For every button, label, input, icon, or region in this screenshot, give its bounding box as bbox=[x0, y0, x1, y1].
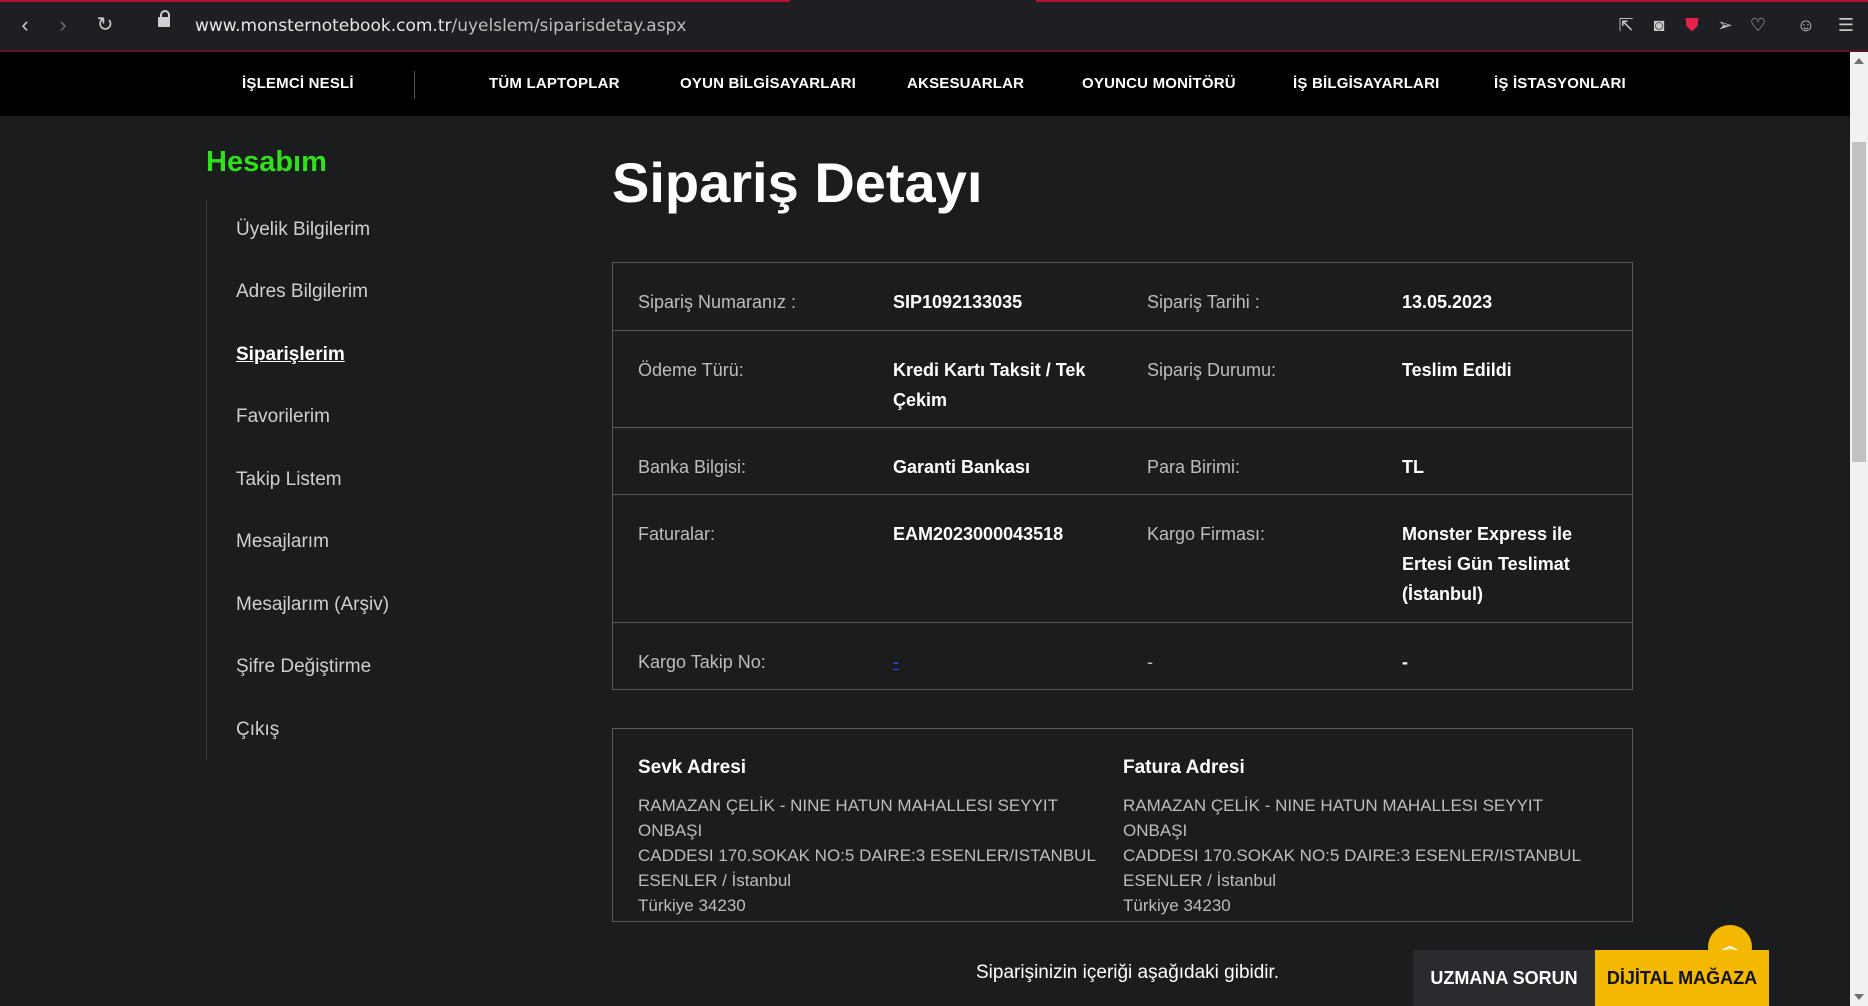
billing-address-title: Fatura Adresi bbox=[1123, 757, 1245, 778]
table-row: Sipariş Numaranız : SIP1092133035 Sipari… bbox=[613, 263, 1632, 331]
share-icon[interactable]: ⇱ bbox=[1615, 14, 1637, 36]
scroll-thumb[interactable] bbox=[1852, 142, 1866, 462]
order-date-value: 13.05.2023 bbox=[1402, 292, 1493, 312]
invoice-link[interactable]: EAM2023000043518 bbox=[893, 519, 1113, 549]
shipping-address-line: RAMAZAN ÇELİK - NINE HATUN MAHALLESI SEY… bbox=[638, 796, 1058, 840]
sidebar-item-cikis[interactable]: Çıkış bbox=[236, 719, 279, 741]
send-icon[interactable]: ➢ bbox=[1714, 14, 1736, 36]
sidebar-item-siparislerim[interactable]: Siparişlerim bbox=[236, 344, 345, 366]
back-icon[interactable]: ‹ bbox=[12, 12, 38, 38]
billing-address-line: RAMAZAN ÇELİK - NINE HATUN MAHALLESI SEY… bbox=[1123, 796, 1543, 840]
url-path: /uyelslem/siparisdetay.aspx bbox=[451, 16, 687, 36]
order-contents-note: Siparişinizin içeriği aşağıdaki gibidir. bbox=[976, 962, 1280, 983]
nav-is-bilgisayarlari[interactable]: İŞ BİLGİSAYARLARI bbox=[1293, 52, 1440, 116]
cargo-company-value: Monster Express ile Ertesi Gün Teslimat … bbox=[1402, 524, 1573, 604]
table-row: Banka Bilgisi: Garanti Bankası Para Biri… bbox=[613, 428, 1632, 495]
nav-is-istasyonlari[interactable]: İŞ İSTASYONLARI bbox=[1494, 52, 1626, 116]
nav-oyun-bilgisayarlari[interactable]: OYUN BİLGİSAYARLARI bbox=[680, 52, 856, 116]
nav-aksesuarlar[interactable]: AKSESUARLAR bbox=[907, 52, 1024, 116]
lock-icon bbox=[158, 10, 170, 27]
tracking-extra-value: - bbox=[1402, 652, 1408, 672]
sidebar-item-mesajlarim[interactable]: Mesajlarım bbox=[236, 531, 329, 553]
cargo-company-label: Kargo Firması: bbox=[1147, 524, 1266, 544]
site-navigation: İŞLEMCİ NESLİ TÜM LAPTOPLAR OYUN BİLGİSA… bbox=[0, 52, 1850, 116]
order-status-label: Sipariş Durumu: bbox=[1147, 360, 1277, 380]
tracking-extra-label: - bbox=[1147, 652, 1153, 672]
scroll-up-arrow-icon[interactable] bbox=[1854, 58, 1864, 64]
shipping-address-line: ESENLER / İstanbul bbox=[638, 871, 792, 890]
ask-expert-button[interactable]: UZMANA SORUN bbox=[1413, 950, 1595, 1006]
currency-label: Para Birimi: bbox=[1147, 457, 1241, 477]
payment-type-label: Ödeme Türü: bbox=[638, 360, 744, 380]
shipping-address: Sevk Adresi RAMAZAN ÇELİK - NINE HATUN M… bbox=[638, 757, 1108, 918]
order-number-label: Sipariş Numaranız : bbox=[638, 292, 797, 312]
nav-islemci-nesli[interactable]: İŞLEMCİ NESLİ bbox=[242, 52, 354, 116]
sidebar-item-uyelik[interactable]: Üyelik Bilgilerim bbox=[236, 219, 370, 241]
sidebar-title: Hesabım bbox=[206, 146, 327, 178]
billing-address-line: ESENLER / İstanbul bbox=[1123, 871, 1277, 890]
sidebar-item-sifre-degistirme[interactable]: Şifre Değiştirme bbox=[236, 656, 371, 678]
page-title: Sipariş Detayı bbox=[612, 151, 983, 214]
shipping-address-line: CADDESI 170.SOKAK NO:5 DAIRE:3 ESENLER/I… bbox=[638, 846, 1096, 865]
billing-address: Fatura Adresi RAMAZAN ÇELİK - NINE HATUN… bbox=[1123, 757, 1593, 918]
order-date-label: Sipariş Tarihi : bbox=[1147, 292, 1260, 312]
browser-toolbar: ‹ › ↻ www.monsternotebook.com.tr/uyelsle… bbox=[0, 0, 1868, 52]
heart-icon[interactable]: ♡ bbox=[1747, 14, 1769, 36]
settings-icon[interactable]: ☰ bbox=[1835, 14, 1857, 36]
profile-icon[interactable]: ☺ bbox=[1795, 14, 1817, 36]
scroll-down-arrow-icon[interactable] bbox=[1854, 994, 1864, 1000]
tracking-number-link[interactable]: - bbox=[893, 647, 1113, 677]
page-scrollbar[interactable] bbox=[1850, 52, 1868, 1006]
bank-value: Garanti Bankası bbox=[893, 457, 1031, 477]
forward-icon[interactable]: › bbox=[50, 12, 76, 38]
bank-label: Banka Bilgisi: bbox=[638, 457, 747, 477]
shipping-address-line: Türkiye 34230 bbox=[638, 896, 746, 915]
table-row: Faturalar: EAM2023000043518 Kargo Firmas… bbox=[613, 495, 1632, 623]
order-info-table: Sipariş Numaranız : SIP1092133035 Sipari… bbox=[612, 262, 1633, 690]
table-row: Ödeme Türü: Kredi Kartı Taksit / Tek Çek… bbox=[613, 331, 1632, 428]
table-row: Kargo Takip No: - - - bbox=[613, 623, 1632, 689]
shield-icon[interactable]: ⛊ bbox=[1681, 14, 1703, 36]
invoices-label: Faturalar: bbox=[638, 524, 716, 544]
camera-icon[interactable]: ◙ bbox=[1648, 14, 1670, 36]
sidebar-item-takip-listem[interactable]: Takip Listem bbox=[236, 469, 342, 491]
digital-store-button[interactable]: DİJİTAL MAĞAZA bbox=[1595, 950, 1769, 1006]
url-domain: www.monsternotebook.com.tr bbox=[195, 16, 452, 36]
currency-value: TL bbox=[1402, 457, 1424, 477]
shipping-address-title: Sevk Adresi bbox=[638, 757, 747, 778]
billing-address-line: CADDESI 170.SOKAK NO:5 DAIRE:3 ESENLER/I… bbox=[1123, 846, 1581, 865]
sidebar-item-mesajlarim-arsiv[interactable]: Mesajlarım (Arşiv) bbox=[236, 594, 389, 616]
payment-type-value: Kredi Kartı Taksit / Tek Çekim bbox=[893, 360, 1086, 410]
sidebar-item-favorilerim[interactable]: Favorilerim bbox=[236, 406, 330, 428]
tracking-number-label: Kargo Takip No: bbox=[638, 652, 766, 672]
sidebar-divider bbox=[206, 200, 207, 760]
order-number-value: SIP1092133035 bbox=[893, 292, 1023, 312]
order-status-value: Teslim Edildi bbox=[1402, 360, 1512, 380]
nav-tum-laptoplar[interactable]: TÜM LAPTOPLAR bbox=[489, 52, 620, 116]
address-bar[interactable]: www.monsternotebook.com.tr/uyelslem/sipa… bbox=[195, 16, 686, 36]
nav-divider bbox=[414, 71, 415, 99]
nav-oyuncu-monitoru[interactable]: OYUNCU MONİTÖRÜ bbox=[1082, 52, 1236, 116]
address-box: Sevk Adresi RAMAZAN ÇELİK - NINE HATUN M… bbox=[612, 728, 1633, 922]
reload-icon[interactable]: ↻ bbox=[92, 12, 118, 38]
billing-address-line: Türkiye 34230 bbox=[1123, 896, 1231, 915]
sidebar-item-adres[interactable]: Adres Bilgilerim bbox=[236, 281, 368, 303]
